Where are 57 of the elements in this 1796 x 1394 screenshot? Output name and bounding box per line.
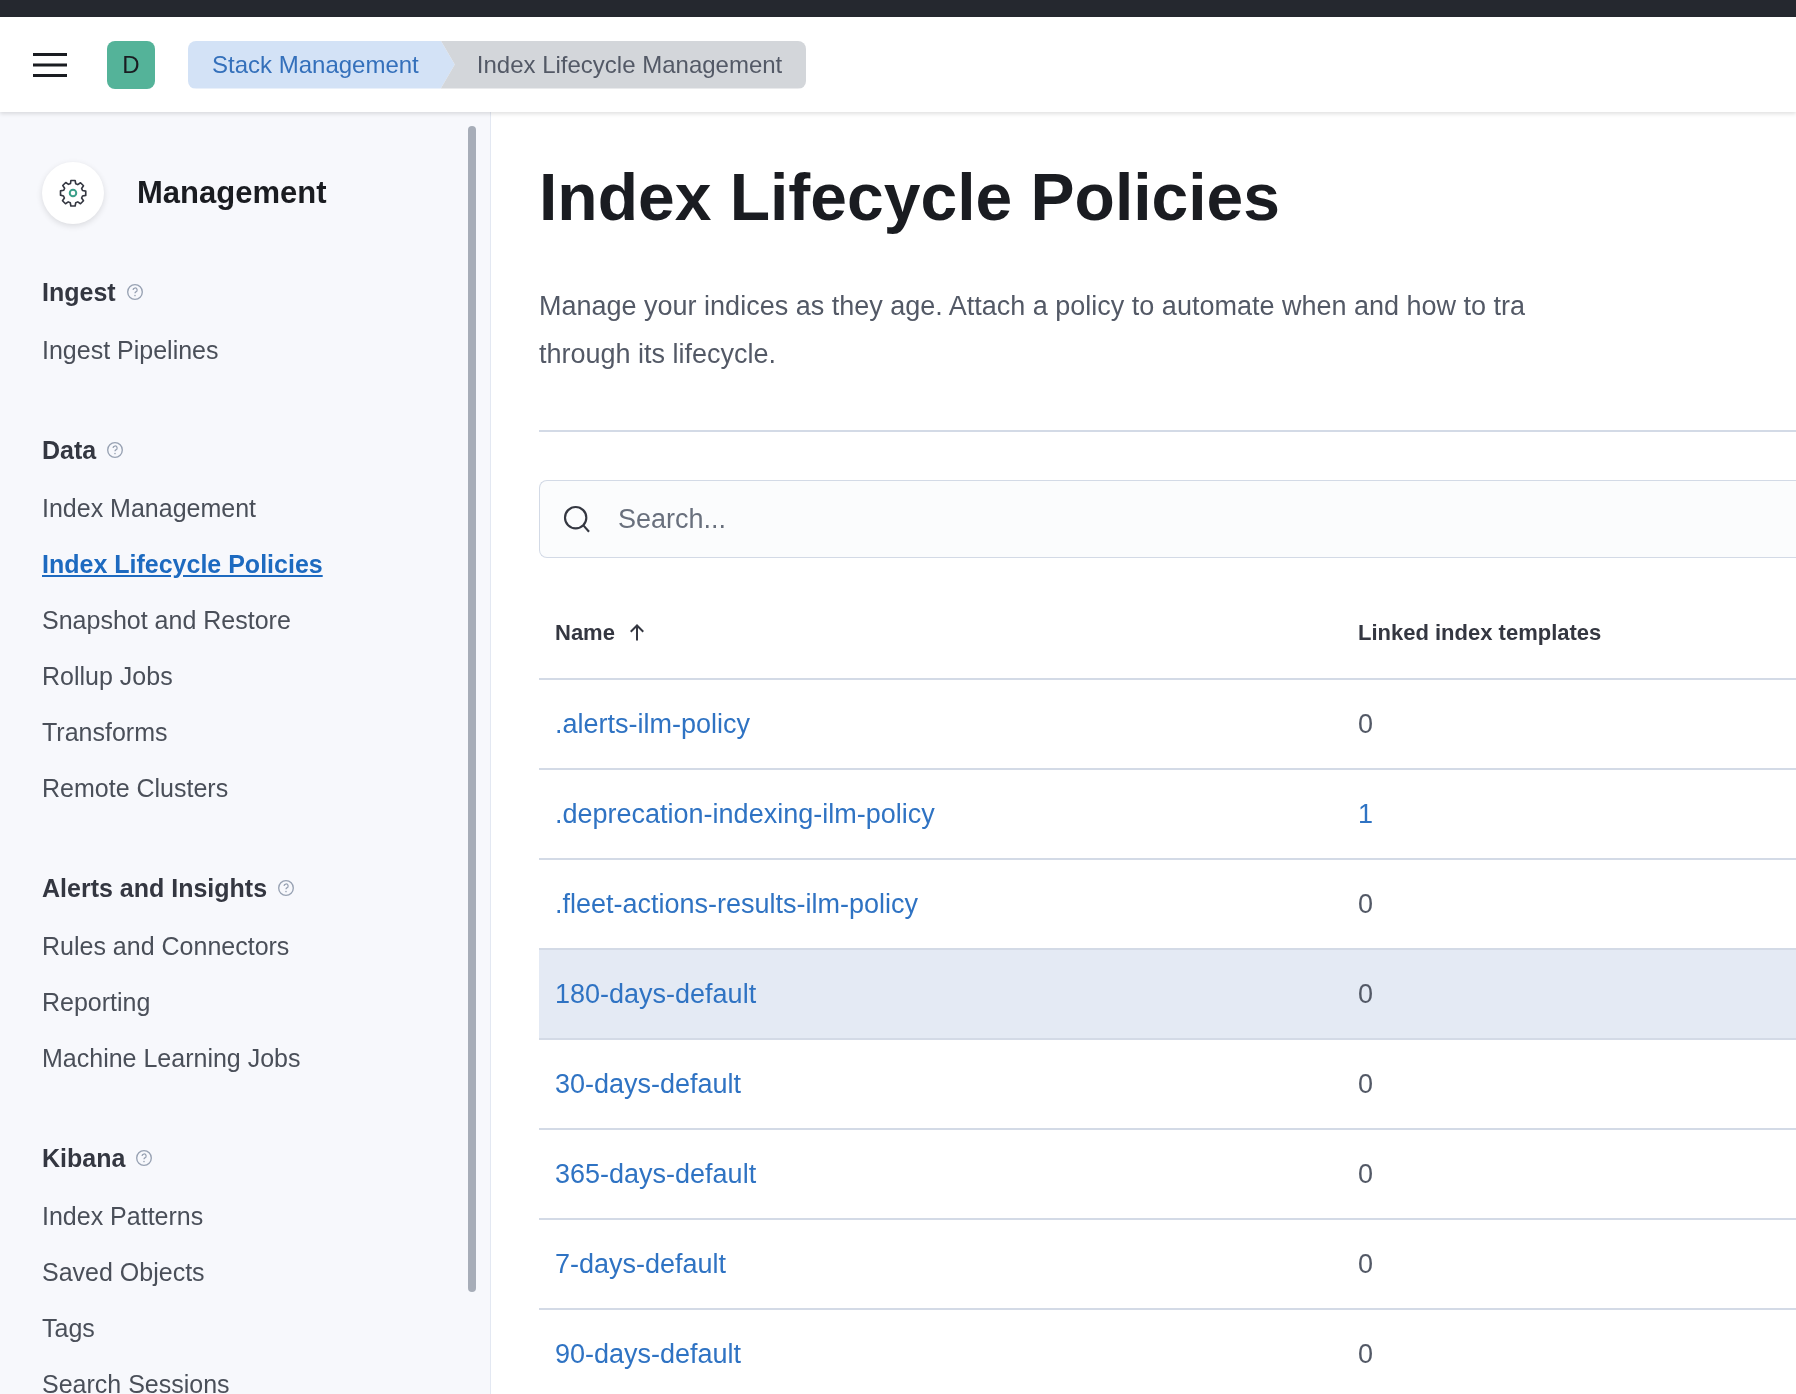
nav-link[interactable]: Index Patterns [42, 1198, 470, 1234]
page-description: Manage your indices as they age. Attach a policy to automate when and how to tra through its lifecycle. [539, 290, 1527, 371]
policy-link[interactable]: 180-days-default [555, 978, 757, 1010]
nav-link[interactable]: Snapshot and Restore [42, 602, 470, 638]
policy-link[interactable]: 30-days-default [555, 1068, 742, 1100]
policy-link[interactable]: .deprecation-indexing-ilm-policy [555, 798, 935, 830]
policy-link[interactable]: 90-days-default [555, 1338, 742, 1370]
help-icon[interactable] [135, 1149, 154, 1167]
column-header[interactable]: Linked index templates [1358, 620, 1602, 646]
table-cell: 0 [1358, 1158, 1374, 1189]
table-row[interactable]: 365-days-default 0 [539, 1130, 1796, 1220]
sidebar-title: Management [137, 175, 327, 211]
table-cell: 0 [1358, 1248, 1374, 1279]
section-heading: Ingest [42, 277, 116, 307]
policy-link[interactable]: .fleet-actions-results-ilm-policy [555, 888, 919, 920]
table-cell: 0 [1358, 708, 1374, 739]
policy-link[interactable]: .alerts-ilm-policy [555, 708, 751, 740]
nav-link[interactable]: Remote Clusters [42, 770, 470, 806]
nav-link[interactable]: Tags [42, 1310, 470, 1346]
nav-link[interactable]: Reporting [42, 984, 470, 1020]
nav-link[interactable]: Machine Learning Jobs [42, 1040, 470, 1076]
table-row[interactable]: 30-days-default 0 [539, 1040, 1796, 1130]
help-icon[interactable] [277, 879, 296, 897]
menu-button[interactable] [33, 51, 67, 78]
scrollbar[interactable] [468, 126, 476, 1292]
table-cell: 0 [1358, 978, 1374, 1009]
table-row[interactable]: .deprecation-indexing-ilm-policy 1 [539, 770, 1796, 860]
nav-link[interactable]: Rollup Jobs [42, 658, 470, 694]
table-row[interactable]: 7-days-default 0 [539, 1220, 1796, 1310]
breadcrumb[interactable]: Stack Management [188, 40, 455, 89]
user-avatar[interactable]: D [107, 40, 155, 89]
count-link[interactable]: 1 [1358, 798, 1374, 829]
breadcrumb[interactable]: Index Lifecycle Management [440, 40, 807, 89]
nav-link[interactable]: Index Management [42, 490, 470, 526]
policy-link[interactable]: 365-days-default [555, 1158, 757, 1190]
nav-link[interactable]: Transforms [42, 714, 470, 750]
table-cell: 0 [1358, 888, 1374, 919]
policy-link[interactable]: 7-days-default [555, 1248, 727, 1280]
search-field[interactable]: Search... [539, 480, 1796, 558]
section-heading: Alerts and Insights [42, 873, 268, 903]
table-cell: 0 [1358, 1338, 1374, 1369]
help-icon[interactable] [106, 441, 125, 459]
section-heading: Kibana [42, 1143, 126, 1173]
column-header[interactable]: Name [555, 620, 647, 646]
nav-link[interactable]: Search Sessions [42, 1366, 470, 1394]
table-row[interactable]: .alerts-ilm-policy 0 [539, 680, 1796, 770]
nav-link[interactable]: Index Lifecycle Policies [42, 546, 470, 582]
gear-icon [58, 178, 88, 208]
section-heading: Data [42, 435, 97, 465]
nav-link[interactable]: Rules and Connectors [42, 928, 470, 964]
table-row[interactable]: 180-days-default 0 [539, 950, 1796, 1040]
table-cell: 0 [1358, 1068, 1374, 1099]
table-row[interactable]: 90-days-default 0 [539, 1310, 1796, 1394]
help-icon[interactable] [125, 283, 144, 301]
nav-link[interactable]: Ingest Pipelines [42, 332, 470, 368]
page-title: Index Lifecycle Policies [539, 159, 1282, 236]
nav-link[interactable]: Saved Objects [42, 1254, 470, 1290]
